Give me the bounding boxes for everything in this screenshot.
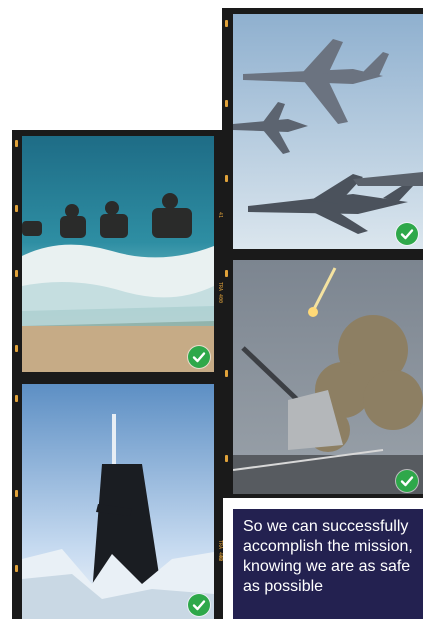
photo-missile-launch[interactable] <box>233 260 423 494</box>
approved-check-icon-missile[interactable] <box>396 470 418 492</box>
film-sprocket <box>225 270 228 277</box>
film-sprocket <box>15 565 18 572</box>
film-sprocket <box>15 345 18 352</box>
film-sprocket <box>15 395 18 402</box>
photo-jets[interactable] <box>233 14 423 249</box>
film-sprocket <box>225 455 228 462</box>
film-sprocket <box>225 100 228 107</box>
photo-swimmers[interactable] <box>22 136 214 372</box>
approved-check-icon-swimmers[interactable] <box>188 346 210 368</box>
film-sprocket <box>15 140 18 147</box>
film-edge-label: TRA 400 <box>217 282 223 304</box>
film-sprocket <box>225 370 228 377</box>
film-frame-number: 42 <box>217 555 223 562</box>
caption-text: So we can successfully accomplish the mi… <box>243 518 413 595</box>
film-sprocket <box>15 205 18 212</box>
photo-submarine[interactable] <box>22 384 214 619</box>
film-sprocket <box>225 20 228 27</box>
film-frame-number: 41 <box>217 212 223 219</box>
caption-panel: So we can successfully accomplish the mi… <box>233 509 423 619</box>
film-sprocket <box>15 270 18 277</box>
approved-check-icon-jets[interactable] <box>396 223 418 245</box>
film-sprocket <box>225 175 228 182</box>
approved-check-icon-submarine[interactable] <box>188 594 210 616</box>
film-sprocket <box>15 490 18 497</box>
